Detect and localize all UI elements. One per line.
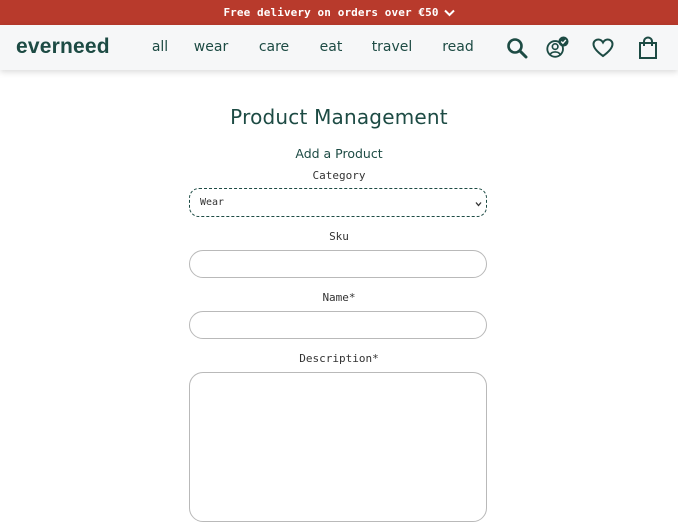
search-icon[interactable]: [505, 36, 529, 60]
chevron-down-icon[interactable]: [443, 9, 455, 17]
account-icon[interactable]: [545, 36, 569, 60]
sku-label: Sku: [329, 230, 349, 243]
category-label: Category: [312, 169, 366, 182]
name-label: Name*: [322, 291, 356, 304]
site-header: everneed all wear care eat travel read: [0, 25, 678, 70]
chevron-down-icon: [475, 199, 482, 210]
description-textarea[interactable]: [189, 372, 487, 522]
description-label: Description*: [299, 352, 379, 365]
product-management-form: Product Management Add a Product Categor…: [0, 70, 678, 522]
form-subtitle: Add a Product: [295, 146, 383, 161]
category-select[interactable]: Wear: [189, 188, 487, 217]
promo-banner[interactable]: Free delivery on orders over €50: [0, 0, 678, 25]
promo-text: Free delivery on orders over €50: [223, 6, 439, 19]
category-select-value: Wear: [200, 197, 225, 208]
page-title: Product Management: [230, 105, 448, 129]
name-input[interactable]: [189, 311, 487, 339]
bag-icon[interactable]: [636, 36, 660, 60]
heart-icon[interactable]: [591, 36, 615, 60]
sku-input[interactable]: [189, 250, 487, 278]
